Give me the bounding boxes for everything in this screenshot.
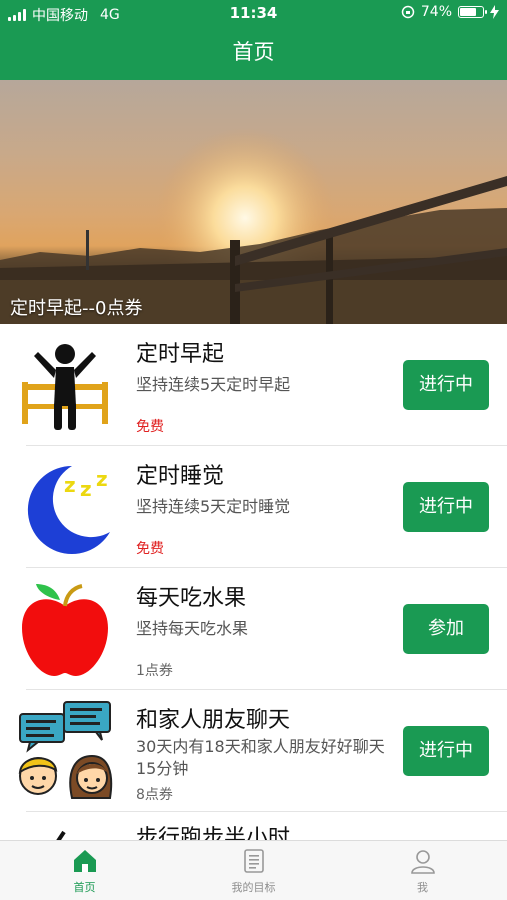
item-price: 1点券: [136, 663, 173, 679]
person-stretching-bed-icon: [22, 344, 108, 430]
moon-zzz-icon: z z z: [27, 465, 110, 554]
apple-icon: [22, 584, 108, 676]
list-item[interactable]: 定时早起 坚持连续5天定时早起 免费 进行中: [22, 324, 507, 446]
svg-text:z: z: [96, 467, 108, 491]
item-description: 坚持连续5天定时睡觉: [136, 497, 291, 516]
tab-label: 首页: [73, 881, 96, 894]
home-icon: [73, 850, 96, 872]
sunset-fence-illustration: [0, 128, 507, 324]
banner-caption: 定时早起--0点券: [10, 298, 143, 319]
chat-people-icon: [18, 701, 113, 799]
running-icon: [56, 830, 66, 840]
join-button[interactable]: 参加: [403, 604, 489, 654]
item-title: 步行跑步半小时: [136, 826, 291, 840]
battery-percent: 74%: [420, 4, 452, 20]
battery-icon: [458, 6, 487, 18]
item-title: 定时早起: [136, 342, 225, 367]
tab-label: 我的目标: [231, 881, 276, 894]
tab-label: 我: [417, 881, 428, 894]
rotation-lock-icon: [401, 5, 415, 19]
item-description: 坚持每天吃水果: [136, 619, 249, 638]
item-title: 定时睡觉: [136, 464, 225, 489]
item-price: 免费: [136, 541, 164, 557]
status-button[interactable]: 进行中: [403, 482, 489, 532]
status-button[interactable]: 进行中: [403, 360, 489, 410]
user-icon: [410, 850, 435, 874]
item-description: 30天内有18天和家人朋友好好聊天15分钟: [136, 737, 385, 778]
item-title: 每天吃水果: [136, 586, 247, 611]
nav-bar: 首页: [0, 28, 507, 80]
list-item[interactable]: 每天吃水果 坚持每天吃水果 1点券 参加: [22, 568, 507, 690]
checklist-icon: [243, 849, 264, 873]
tab-me[interactable]: 我: [338, 841, 507, 900]
item-description: 坚持连续5天定时早起: [136, 375, 291, 394]
status-button[interactable]: 进行中: [403, 726, 489, 776]
list-item[interactable]: z z z 定时睡觉 坚持连续5天定时睡觉 免费 进行中: [26, 446, 507, 568]
list-item[interactable]: 和家人朋友聊天 30天内有18天和家人朋友好好聊天15分钟 8点券 进行中: [18, 690, 507, 812]
item-title: 和家人朋友聊天: [136, 708, 291, 733]
charging-icon: [490, 5, 499, 19]
svg-text:z: z: [80, 477, 92, 501]
tab-home[interactable]: 首页: [0, 841, 169, 900]
item-price: 免费: [136, 419, 164, 435]
goal-list: 定时早起 坚持连续5天定时早起 免费 进行中 z z z 定时睡觉 坚持连续5天…: [0, 324, 507, 840]
item-price: 8点券: [136, 787, 173, 803]
svg-text:z: z: [64, 473, 76, 497]
tab-my-goals[interactable]: 我的目标: [169, 841, 338, 900]
list-item[interactable]: 步行跑步半小时: [26, 812, 507, 840]
banner-image[interactable]: 定时早起--0点券: [0, 80, 507, 324]
page-title: 首页: [232, 40, 275, 64]
status-bar: 中国移动 4G 11:34 74%: [0, 0, 507, 28]
tab-bar: 首页 我的目标 我: [0, 840, 507, 900]
